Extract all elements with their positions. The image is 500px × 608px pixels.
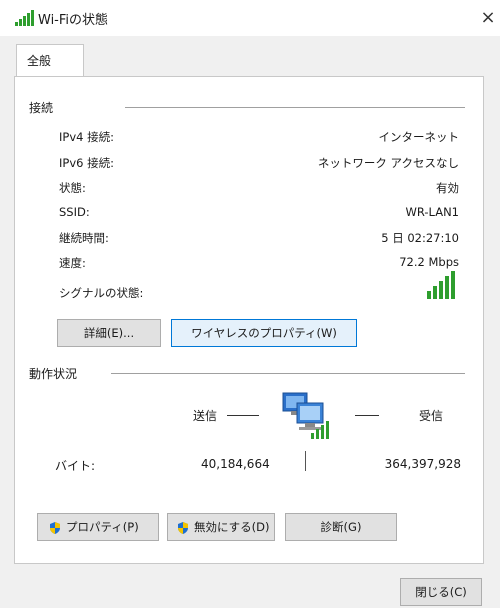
- sent-label: 送信: [193, 409, 218, 423]
- close-button[interactable]: 閉じる(C): [400, 578, 482, 606]
- connection-separator: [125, 107, 465, 108]
- sent-dash: [227, 415, 259, 416]
- bytes-received-value: 364,397,928: [384, 457, 461, 471]
- window-title: Wi-Fiの状態: [38, 13, 109, 28]
- ssid-value: WR-LAN1: [405, 205, 459, 219]
- bytes-label: バイト:: [55, 459, 96, 473]
- received-dash: [355, 415, 379, 416]
- ipv6-label: IPv6 接続:: [59, 156, 114, 170]
- wifi-signal-icon: [15, 10, 34, 26]
- network-computers-icon: [282, 392, 329, 439]
- activity-separator: [111, 373, 465, 374]
- status-label: 状態:: [59, 181, 86, 195]
- general-panel: 接続 IPv4 接続: インターネット IPv6 接続: ネットワーク アクセス…: [14, 76, 484, 564]
- bytes-divider: [305, 451, 306, 471]
- uac-shield-icon: [50, 521, 60, 534]
- uac-shield-icon: [178, 521, 188, 534]
- duration-label: 継続時間:: [59, 231, 109, 245]
- properties-button[interactable]: プロパティ(P): [37, 513, 159, 541]
- ipv4-value: インターネット: [378, 130, 460, 144]
- close-window-icon[interactable]: ×: [476, 6, 500, 30]
- details-button[interactable]: 詳細(E)...: [57, 319, 161, 347]
- signal-strength-icon: [427, 271, 455, 299]
- tab-general[interactable]: 全般: [16, 44, 84, 78]
- title-bar: Wi-Fiの状態 ×: [0, 0, 500, 36]
- tab-strip: 全般: [10, 40, 490, 78]
- speed-label: 速度:: [59, 256, 86, 270]
- disable-button-label: 無効にする(D): [194, 520, 270, 534]
- status-value: 有効: [436, 181, 459, 195]
- ipv6-value: ネットワーク アクセスなし: [317, 156, 459, 170]
- wireless-properties-button[interactable]: ワイヤレスのプロパティ(W): [171, 319, 357, 347]
- received-label: 受信: [419, 409, 444, 423]
- connection-section-label: 接続: [29, 101, 54, 115]
- ssid-label: SSID:: [59, 205, 90, 219]
- activity-section-label: 動作状況: [29, 367, 78, 381]
- speed-value: 72.2 Mbps: [399, 255, 459, 269]
- signal-quality-label: シグナルの状態:: [59, 286, 144, 300]
- ipv4-label: IPv4 接続:: [59, 130, 114, 144]
- bytes-sent-value: 40,184,664: [201, 457, 270, 471]
- properties-button-label: プロパティ(P): [66, 520, 139, 534]
- duration-value: 5 日 02:27:10: [381, 231, 459, 245]
- disable-button[interactable]: 無効にする(D): [167, 513, 275, 541]
- diagnose-button[interactable]: 診断(G): [285, 513, 397, 541]
